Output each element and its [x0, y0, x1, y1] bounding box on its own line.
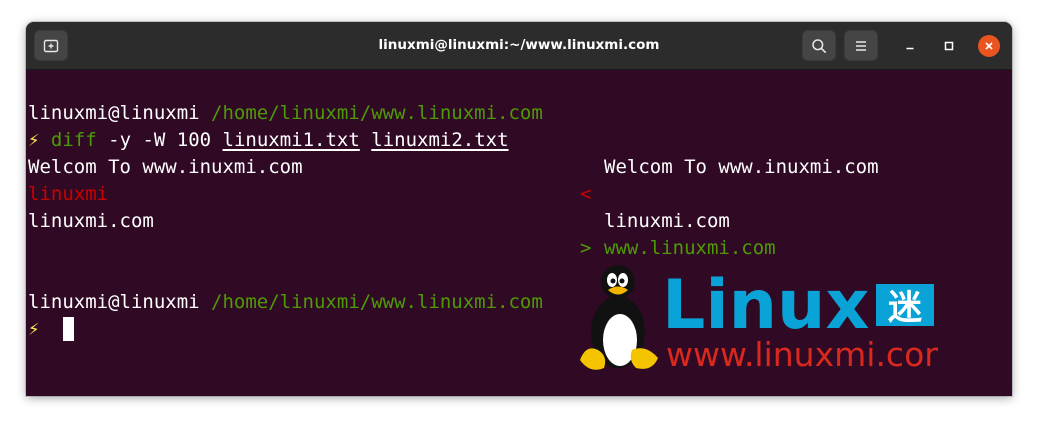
command-line: ⚡ diff -y -W 100 linuxmi1.txt linuxmi2.t…	[28, 127, 509, 154]
new-tab-button[interactable]	[34, 30, 68, 61]
prompt-user-host: linuxmi@linuxmi	[28, 102, 200, 124]
search-icon	[812, 38, 826, 53]
hamburger-menu-icon	[856, 40, 866, 51]
diff-row-4-marker: >	[580, 237, 592, 259]
prompt-bolt-icon-2: ⚡	[28, 318, 40, 340]
diff-row-1-left: Welcom To www.inuxmi.com	[28, 156, 303, 178]
menu-button[interactable]	[844, 30, 878, 61]
terminal-window: linuxmi@linuxmi:~/www.linuxmi.com linuxm…	[26, 22, 1012, 396]
logo-url-text: www.linuxmi.com	[666, 335, 938, 374]
terminal-area[interactable]: linuxmi@linuxmi /home/linuxmi/www.linuxm…	[26, 70, 1012, 396]
minimize-icon	[906, 47, 914, 50]
close-icon	[985, 42, 993, 50]
minimize-button[interactable]	[899, 35, 921, 57]
close-button[interactable]	[978, 35, 1000, 57]
prompt-line: linuxmi@linuxmi /home/linuxmi/www.linuxm…	[28, 100, 543, 127]
diff-row-1-right: Welcom To www.inuxmi.com	[604, 156, 879, 178]
search-button[interactable]	[802, 30, 836, 61]
command-args: -y -W 100	[108, 129, 212, 151]
linuxmi-watermark-logo: Linux 迷 www.linuxmi.com	[580, 265, 938, 374]
terminal-cursor	[63, 317, 74, 341]
logo-brand-text: Linux	[662, 266, 869, 345]
maximize-button[interactable]	[938, 35, 960, 57]
command-file1: linuxmi1.txt	[222, 129, 360, 151]
prompt-line-2: linuxmi@linuxmi /home/linuxmi/www.linuxm…	[28, 289, 543, 316]
new-tab-icon	[43, 39, 59, 52]
prompt-path: /home/linuxmi/www.linuxmi.com	[211, 102, 543, 124]
maximize-icon	[944, 41, 954, 51]
command-file2: linuxmi2.txt	[371, 129, 509, 151]
prompt-user-host-2: linuxmi@linuxmi	[28, 291, 200, 313]
diff-row-3-left: linuxmi.com	[28, 210, 154, 232]
tux-penguin-icon	[580, 265, 658, 370]
prompt-bolt-icon: ⚡	[28, 129, 40, 151]
logo-brand-cn: 迷	[888, 288, 923, 328]
diff-row-3-right: linuxmi.com	[604, 210, 730, 232]
diff-row-2-left: linuxmi	[28, 183, 109, 205]
diff-row-2-marker: <	[580, 183, 592, 205]
prompt-path-2: /home/linuxmi/www.linuxmi.com	[211, 291, 543, 313]
title-bar: linuxmi@linuxmi:~/www.linuxmi.com	[26, 22, 1012, 70]
command-name: diff	[50, 129, 97, 151]
diff-row-4-right: www.linuxmi.com	[604, 237, 776, 259]
